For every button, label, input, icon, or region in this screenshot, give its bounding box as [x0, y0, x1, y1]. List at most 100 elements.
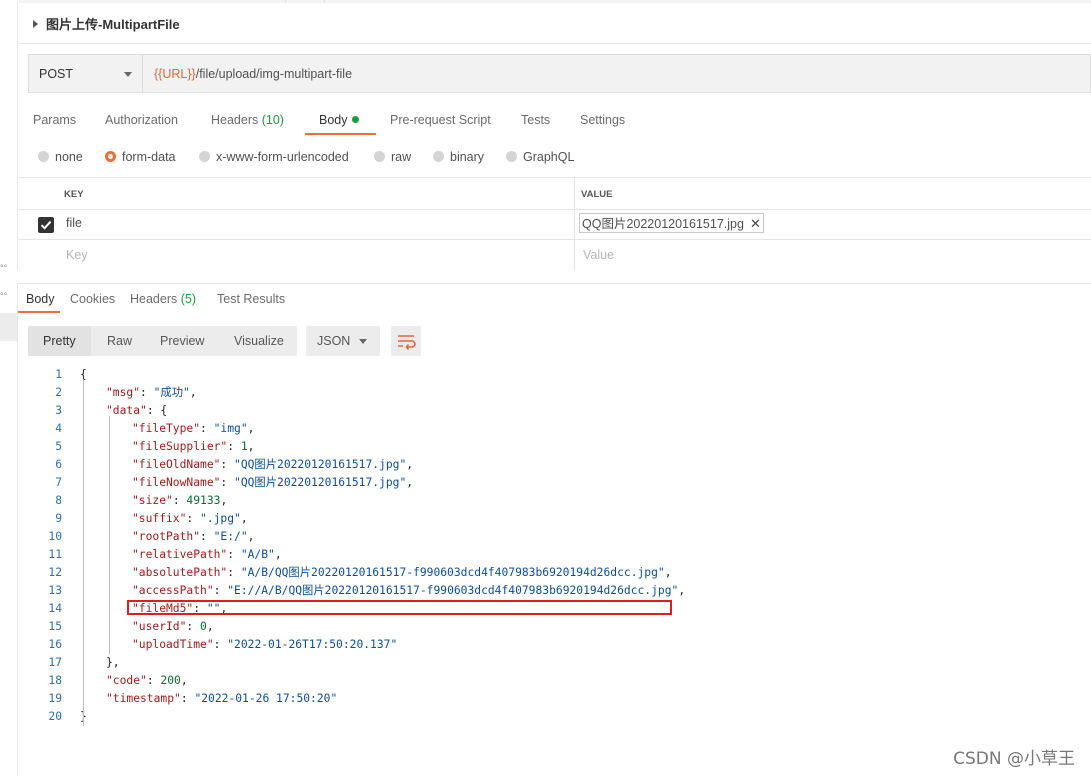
code-text: "fileNowName": "QQ图片20220120161517.jpg",	[132, 474, 413, 492]
code-token: "timestamp"	[106, 692, 181, 705]
method-select[interactable]: POST	[29, 55, 143, 92]
code-line: 18 "code": 200,	[28, 672, 1078, 690]
code-token: ,	[664, 566, 672, 579]
sidebar-selected-item[interactable]	[0, 313, 17, 341]
radio-selected-icon	[105, 151, 116, 162]
code-line: 19 "timestamp": "2022-01-26 17:50:20"	[28, 690, 1078, 708]
close-icon[interactable]: ✕	[750, 216, 761, 231]
radio-binary[interactable]: binary	[433, 150, 484, 164]
caret-right-icon[interactable]	[33, 20, 38, 28]
tab-body[interactable]: Body	[319, 113, 359, 127]
code-token: :	[220, 476, 235, 489]
response-headers-count: (5)	[180, 292, 197, 306]
tab-test-results[interactable]: Test Results	[217, 292, 285, 306]
request-tab[interactable]	[247, 0, 286, 3]
tab-settings[interactable]: Settings	[580, 113, 625, 127]
code-token: "relativePath"	[132, 548, 228, 561]
code-text: "relativePath": "A/B",	[132, 546, 282, 564]
radio-none[interactable]: none	[38, 150, 83, 164]
code-line: 20}	[28, 708, 1078, 726]
table-header-row: KEY VALUE	[17, 177, 1091, 210]
code-token: },	[106, 656, 120, 669]
code-token: "A/B/QQ图片20220120161517-f990603dcd4f4079…	[240, 566, 665, 579]
code-token: "fileOldName"	[132, 458, 221, 471]
tab-cookies[interactable]: Cookies	[70, 292, 115, 306]
code-token: :	[186, 512, 201, 525]
format-select[interactable]: JSON	[306, 326, 380, 356]
code-token: :	[200, 530, 214, 543]
code-token: "size"	[132, 494, 173, 507]
tab-headers[interactable]: Headers (10)	[211, 113, 284, 127]
code-token: "2022-01-26T17:50:20.137"	[227, 638, 398, 651]
request-title[interactable]: 图片上传-MultipartFile	[33, 14, 180, 33]
code-token: 49133	[186, 494, 221, 507]
code-line: 15 "userId": 0,	[28, 618, 1078, 636]
radio-label: GraphQL	[523, 150, 575, 164]
code-token: ,	[247, 440, 255, 453]
active-tab-indicator	[18, 311, 60, 313]
more-icon[interactable]: °°	[0, 263, 7, 273]
code-line: 2 "msg": "成功",	[28, 384, 1078, 402]
request-tab[interactable]	[286, 0, 325, 3]
code-line: 9 "suffix": ".jpg",	[28, 510, 1078, 528]
status-dot-icon	[351, 116, 359, 123]
code-text: "msg": "成功",	[106, 384, 197, 402]
radio-graphql[interactable]: GraphQL	[506, 150, 574, 164]
tab-response-body[interactable]: Body	[26, 292, 55, 306]
line-number: 15	[48, 620, 62, 633]
wrap-lines-button[interactable]	[391, 326, 421, 356]
tab-params[interactable]: Params	[33, 113, 76, 127]
key-cell[interactable]: file	[66, 216, 82, 230]
code-line: 8 "size": 49133,	[28, 492, 1078, 510]
code-text: "code": 200,	[106, 672, 188, 690]
file-chip[interactable]: QQ图片20220120161517.jpg ✕	[579, 213, 764, 233]
divider	[17, 43, 1091, 44]
code-token: ,	[406, 458, 414, 471]
code-token: "E://A/B/QQ图片20220120161517-f990603dcd4f…	[227, 584, 679, 597]
more-icon[interactable]: °°	[0, 291, 7, 301]
code-text: "absolutePath": "A/B/QQ图片20220120161517-…	[132, 564, 672, 582]
code-token: "code"	[106, 674, 147, 687]
key-header: KEY	[64, 189, 84, 200]
code-token: ,	[678, 584, 686, 597]
tab-tests[interactable]: Tests	[521, 113, 550, 127]
code-token: "fileType"	[132, 422, 201, 435]
key-input[interactable]: Key	[66, 248, 88, 262]
code-line: 7 "fileNowName": "QQ图片20220120161517.jpg"…	[28, 474, 1078, 492]
line-number: 5	[55, 440, 62, 453]
tab-prerequest-script[interactable]: Pre-request Script	[390, 113, 491, 127]
view-preview[interactable]: Preview	[160, 334, 204, 348]
code-token: :	[227, 548, 241, 561]
code-line: 12 "absolutePath": "A/B/QQ图片2022012016151…	[28, 564, 1078, 582]
line-number: 8	[55, 494, 62, 507]
radio-label: binary	[450, 150, 485, 164]
code-token: :	[146, 674, 161, 687]
url-input[interactable]: {{URL}}/file/upload/img-multipart-file	[154, 67, 352, 81]
code-text: "rootPath": "E:/",	[132, 528, 254, 546]
radio-icon	[38, 151, 49, 162]
code-token: "rootPath"	[132, 530, 201, 543]
tab-response-headers[interactable]: Headers (5)	[130, 292, 196, 306]
code-token: "QQ图片20220120161517.jpg"	[234, 476, 407, 489]
line-number: 16	[48, 638, 62, 651]
radio-urlencoded[interactable]: x-www-form-urlencoded	[199, 150, 349, 164]
radio-form-data[interactable]: form-data	[105, 150, 176, 164]
code-token: : {	[146, 404, 168, 417]
highlight-box	[127, 600, 672, 615]
view-visualize[interactable]: Visualize	[234, 334, 284, 348]
indent-guide	[109, 416, 110, 654]
row-checkbox[interactable]	[38, 217, 54, 233]
code-token: :	[227, 440, 241, 453]
format-label: JSON	[317, 334, 351, 348]
view-raw[interactable]: Raw	[107, 334, 132, 348]
value-input[interactable]: Value	[583, 248, 614, 262]
code-token: ,	[274, 548, 282, 561]
code-text: "userId": 0,	[132, 618, 214, 636]
code-token: :	[213, 638, 228, 651]
tab-authorization[interactable]: Authorization	[105, 113, 178, 127]
code-text: "timestamp": "2022-01-26 17:50:20"	[106, 690, 337, 708]
radio-raw[interactable]: raw	[374, 150, 411, 164]
view-pretty[interactable]: Pretty	[43, 334, 76, 348]
line-number: 3	[55, 404, 62, 417]
line-number: 20	[48, 710, 62, 723]
